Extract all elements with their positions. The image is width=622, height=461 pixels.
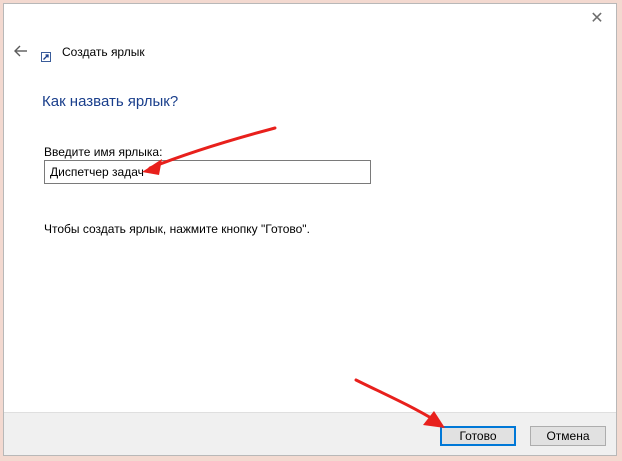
back-arrow-icon[interactable] <box>12 42 30 60</box>
finish-button[interactable]: Готово <box>440 426 516 446</box>
close-icon[interactable]: ✕ <box>588 10 606 28</box>
cancel-button[interactable]: Отмена <box>530 426 606 446</box>
instruction-text: Чтобы создать ярлык, нажмите кнопку "Гот… <box>44 222 310 236</box>
shortcut-name-label: Введите имя ярлыка: <box>44 145 163 159</box>
shortcut-name-input[interactable] <box>44 160 371 184</box>
page-heading: Как назвать ярлык? <box>42 93 179 110</box>
create-shortcut-window: ✕ Создать ярлык Как назвать ярлык? Введи… <box>3 3 617 456</box>
wizard-title: Создать ярлык <box>62 45 145 59</box>
shortcut-icon <box>41 49 51 62</box>
button-bar: Готово Отмена <box>4 412 616 455</box>
